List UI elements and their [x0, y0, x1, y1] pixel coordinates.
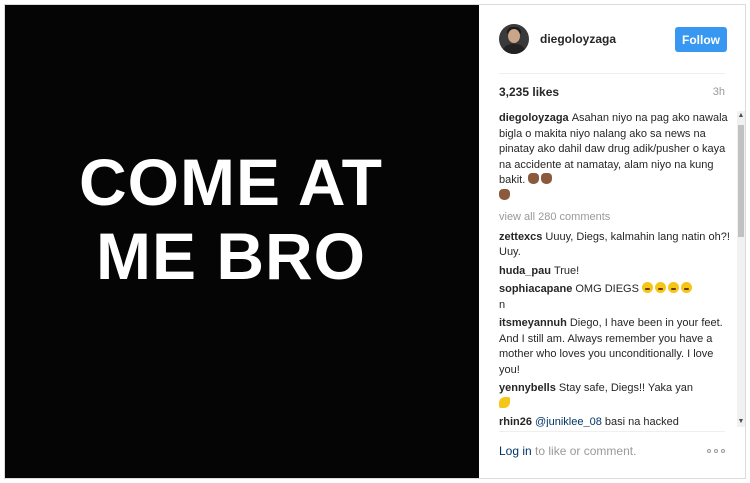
scroll-down-arrow-icon[interactable]: ▼ [737, 417, 745, 427]
comment-item: rhin26 @juniklee_08 basi na hacked [499, 415, 732, 427]
image-text: COME AT ME BRO [79, 145, 383, 293]
comment-text: True! [553, 264, 580, 277]
caption-username[interactable]: diegoloyzaga [499, 112, 569, 124]
likes-count[interactable]: 3,235 likes [499, 85, 559, 99]
comment-text: Stay safe, Diegs!! Yaka yan [558, 382, 693, 394]
fist-bump-emoji-icon [541, 173, 553, 184]
image-text-line2: ME BRO [96, 218, 366, 293]
crying-emoji-icon [641, 282, 653, 293]
comment-username[interactable]: huda_pau [499, 265, 551, 277]
login-prompt-text: to like or comment. [535, 444, 637, 458]
crying-emoji-icon [654, 282, 666, 293]
comment-item: huda_pau True! [499, 264, 732, 280]
comment-item: yennybells Stay safe, Diegs!! Yaka yan [499, 381, 732, 412]
fist-bump-emoji-icon [528, 173, 540, 184]
login-link[interactable]: Log in [499, 444, 532, 458]
comment-username[interactable]: zettexcs [499, 231, 542, 243]
comment-mention[interactable]: @juniklee_08 [535, 416, 602, 427]
comments-scrollbar[interactable]: ▲ ▼ [737, 111, 745, 427]
comment-text: OMG DIEGS [575, 283, 639, 295]
scroll-thumb[interactable] [738, 125, 744, 237]
view-all-comments-link[interactable]: view all 280 comments [499, 210, 732, 226]
follow-button[interactable]: Follow [675, 27, 727, 52]
post-footer: Log in to like or comment. [499, 441, 725, 461]
footer-divider [499, 431, 725, 432]
header-divider [499, 73, 725, 74]
login-prompt: Log in to like or comment. [499, 444, 636, 458]
crying-emoji-icon [680, 282, 692, 293]
scroll-up-arrow-icon[interactable]: ▲ [737, 111, 745, 121]
likes-row: 3,235 likes 3h [499, 82, 725, 102]
header-username[interactable]: diegoloyzaga [540, 32, 616, 46]
more-options-icon[interactable] [707, 449, 725, 453]
comment-item: zettexcs Uuuy, Diegs, kalmahin lang natin… [499, 230, 732, 261]
crying-emoji-icon [667, 282, 679, 293]
image-text-line1: COME AT [79, 144, 383, 219]
instagram-post-frame: COME AT ME BRO diegoloyzaga Follow 3,235… [4, 4, 746, 479]
post-time[interactable]: 3h [713, 86, 725, 98]
post-image[interactable]: COME AT ME BRO [5, 5, 479, 478]
avatar[interactable] [499, 24, 529, 54]
comment-item: itsmeyannuh Diego, I have been in your fe… [499, 316, 732, 378]
comment-username[interactable]: rhin26 [499, 416, 532, 427]
comment-username[interactable]: sophiacapane [499, 283, 572, 295]
post-header: diegoloyzaga Follow [479, 5, 745, 73]
caption: diegoloyzaga Asahan niyo na pag ako nawal… [499, 111, 732, 204]
comment-username[interactable]: itsmeyannuh [499, 317, 567, 329]
comment-text-tail: n [499, 298, 506, 311]
fist-bump-emoji-icon [499, 188, 510, 200]
comment-username[interactable]: yennybells [499, 382, 556, 394]
comment-item: sophiacapane OMG DIEGS n [499, 282, 732, 313]
comments-list: diegoloyzaga Asahan niyo na pag ako nawal… [499, 111, 732, 427]
post-sidebar: diegoloyzaga Follow 3,235 likes 3h diego… [479, 5, 745, 478]
comment-text: basi na hacked [604, 416, 679, 427]
flexed-biceps-emoji-icon [499, 396, 510, 408]
